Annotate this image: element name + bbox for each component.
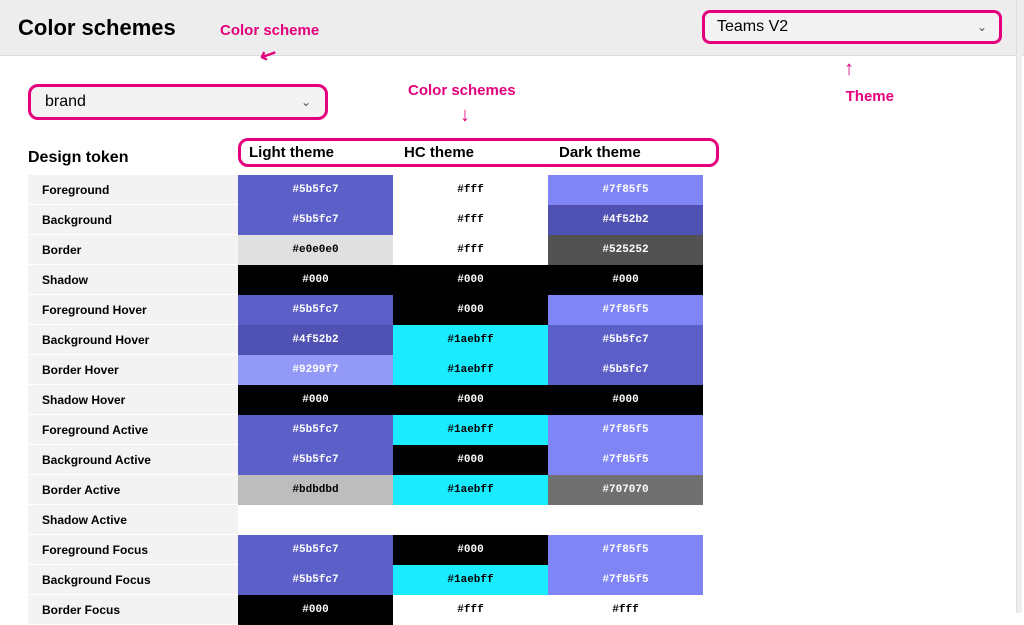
color-swatch: #7f85f5 <box>548 565 703 595</box>
color-swatch: #7f85f5 <box>548 295 703 325</box>
color-swatch: #000 <box>393 385 548 415</box>
token-name-cell: Foreground <box>28 175 238 205</box>
color-swatch: #7f85f5 <box>548 175 703 205</box>
color-swatch <box>238 505 393 535</box>
page-title: Color schemes <box>18 15 176 41</box>
table-row: Border Focus#000#fff#fff <box>28 595 1024 625</box>
color-swatch: #5b5fc7 <box>238 175 393 205</box>
theme-select[interactable]: Teams V2 ⌄ <box>702 10 1002 44</box>
color-swatch: #4f52b2 <box>548 205 703 235</box>
annotation-color-scheme: Color scheme <box>220 22 319 39</box>
table-header: Design token Light theme HC theme Dark t… <box>28 138 1024 167</box>
color-swatch: #000 <box>393 265 548 295</box>
table-row: Border Hover#9299f7#1aebff#5b5fc7 <box>28 355 1024 385</box>
color-scheme-select[interactable]: brand ⌄ <box>28 84 328 120</box>
color-swatch: #000 <box>393 535 548 565</box>
table-row: Border#e0e0e0#fff#525252 <box>28 235 1024 265</box>
color-swatch: #707070 <box>548 475 703 505</box>
table-row: Foreground Focus#5b5fc7#000#7f85f5 <box>28 535 1024 565</box>
token-name-cell: Background Hover <box>28 325 238 355</box>
color-swatch: #5b5fc7 <box>238 205 393 235</box>
theme-columns-highlight: Light theme HC theme Dark theme <box>238 138 719 167</box>
color-swatch: #7f85f5 <box>548 415 703 445</box>
color-swatch: #7f85f5 <box>548 535 703 565</box>
color-swatch: #000 <box>393 295 548 325</box>
token-name-cell: Background Focus <box>28 565 238 595</box>
color-swatch: #fff <box>393 595 548 625</box>
color-swatch: #000 <box>238 265 393 295</box>
color-swatch: #bdbdbd <box>238 475 393 505</box>
token-name-cell: Border Hover <box>28 355 238 385</box>
content-area: brand ⌄ Design token Light theme HC them… <box>0 56 1024 625</box>
table-row: Foreground Active#5b5fc7#1aebff#7f85f5 <box>28 415 1024 445</box>
token-name-cell: Foreground Active <box>28 415 238 445</box>
token-name-cell: Shadow Active <box>28 505 238 535</box>
color-swatch: #9299f7 <box>238 355 393 385</box>
arrow-icon: ↓ <box>460 104 470 127</box>
color-swatch: #5b5fc7 <box>238 295 393 325</box>
color-swatch: #5b5fc7 <box>238 535 393 565</box>
arrow-icon: ↓ <box>844 58 854 81</box>
color-swatch: #525252 <box>548 235 703 265</box>
scrollbar[interactable] <box>1016 0 1022 613</box>
color-scheme-value: brand <box>45 93 86 111</box>
table-row: Background Active#5b5fc7#000#7f85f5 <box>28 445 1024 475</box>
color-swatch: #fff <box>393 205 548 235</box>
color-swatch: #000 <box>548 265 703 295</box>
column-light-theme: Light theme <box>243 144 398 161</box>
color-swatch: #000 <box>393 445 548 475</box>
color-swatch: #000 <box>238 385 393 415</box>
table-row: Background Hover#4f52b2#1aebff#5b5fc7 <box>28 325 1024 355</box>
table-row: Foreground#5b5fc7#fff#7f85f5 <box>28 175 1024 205</box>
color-swatch: #1aebff <box>393 355 548 385</box>
chevron-down-icon: ⌄ <box>977 20 987 34</box>
color-swatch: #5b5fc7 <box>548 325 703 355</box>
token-name-cell: Background Active <box>28 445 238 475</box>
table-row: Shadow Active <box>28 505 1024 535</box>
annotation-color-schemes: Color schemes <box>408 82 516 99</box>
color-swatch: #1aebff <box>393 325 548 355</box>
color-swatch: #1aebff <box>393 565 548 595</box>
table-row: Shadow Hover#000#000#000 <box>28 385 1024 415</box>
token-name-cell: Foreground Focus <box>28 535 238 565</box>
table-row: Background#5b5fc7#fff#4f52b2 <box>28 205 1024 235</box>
color-swatch: #fff <box>393 235 548 265</box>
color-swatch <box>393 505 548 535</box>
theme-select-value: Teams V2 <box>717 18 788 36</box>
color-swatch: #5b5fc7 <box>238 415 393 445</box>
color-swatch: #000 <box>238 595 393 625</box>
token-name-cell: Border Active <box>28 475 238 505</box>
color-swatch: #1aebff <box>393 475 548 505</box>
color-swatch: #fff <box>393 175 548 205</box>
token-name-cell: Shadow <box>28 265 238 295</box>
table-row: Shadow#000#000#000 <box>28 265 1024 295</box>
color-swatch: #5b5fc7 <box>548 355 703 385</box>
color-swatch: #7f85f5 <box>548 445 703 475</box>
color-swatch: #1aebff <box>393 415 548 445</box>
token-name-cell: Border <box>28 235 238 265</box>
token-name-cell: Border Focus <box>28 595 238 625</box>
token-name-cell: Shadow Hover <box>28 385 238 415</box>
color-swatch: #e0e0e0 <box>238 235 393 265</box>
token-rows: Foreground#5b5fc7#fff#7f85f5Background#5… <box>28 175 1024 625</box>
annotation-theme: Theme <box>846 88 894 105</box>
color-swatch: #fff <box>548 595 703 625</box>
table-row: Foreground Hover#5b5fc7#000#7f85f5 <box>28 295 1024 325</box>
color-swatch: #4f52b2 <box>238 325 393 355</box>
token-name-cell: Background <box>28 205 238 235</box>
color-swatch: #000 <box>548 385 703 415</box>
color-swatch <box>548 505 703 535</box>
color-swatch: #5b5fc7 <box>238 565 393 595</box>
column-hc-theme: HC theme <box>398 144 553 161</box>
table-row: Border Active#bdbdbd#1aebff#707070 <box>28 475 1024 505</box>
column-design-token: Design token <box>28 149 238 167</box>
column-dark-theme: Dark theme <box>553 144 708 161</box>
chevron-down-icon: ⌄ <box>301 95 311 109</box>
table-row: Background Focus#5b5fc7#1aebff#7f85f5 <box>28 565 1024 595</box>
color-swatch: #5b5fc7 <box>238 445 393 475</box>
token-name-cell: Foreground Hover <box>28 295 238 325</box>
